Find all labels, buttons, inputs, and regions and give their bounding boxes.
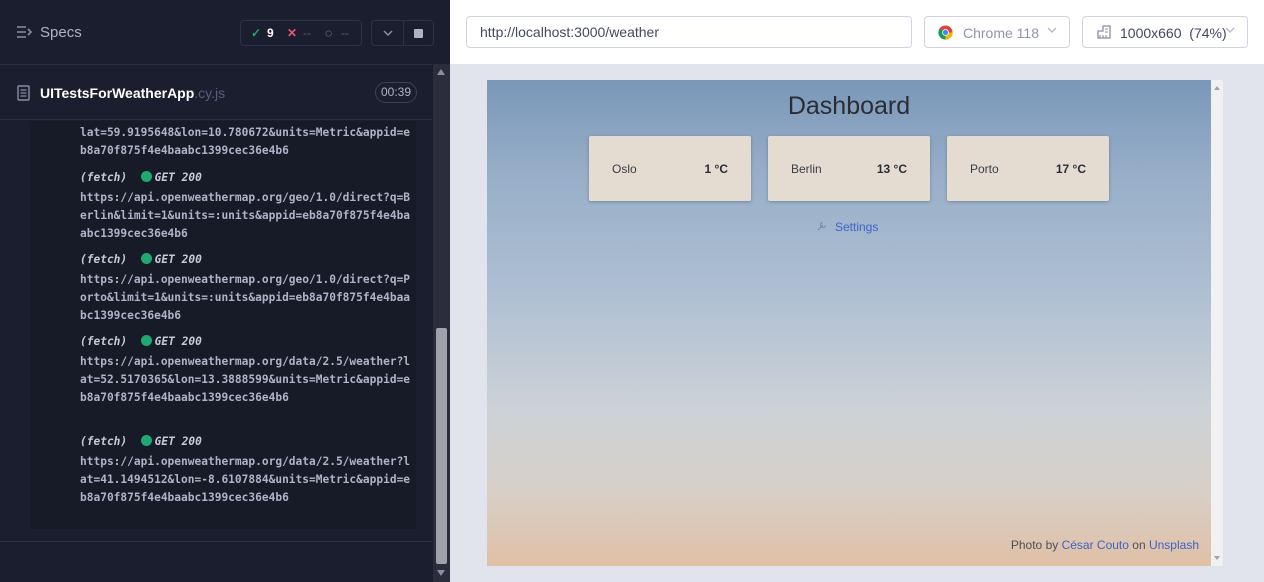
chevron-down-icon	[383, 30, 393, 37]
log-url[interactable]: https://api.openweathermap.org/geo/1.0/d…	[80, 271, 416, 325]
chevron-down-icon	[1047, 27, 1057, 33]
scroll-down-icon[interactable]	[437, 570, 445, 576]
settings-link[interactable]: Settings	[817, 220, 878, 234]
settings-label: Settings	[835, 220, 879, 234]
specs-label[interactable]: Specs	[40, 24, 82, 41]
log-entry-head[interactable]: (fetch) GET 200	[80, 251, 202, 269]
log-entry-head[interactable]: (fetch) GET 200	[80, 169, 202, 187]
log-url[interactable]: https://api.openweathermap.org/geo/1.0/d…	[80, 189, 416, 243]
pending-count: --	[341, 26, 349, 40]
status-dot-icon	[140, 335, 152, 346]
chrome-icon	[938, 25, 953, 40]
stop-button[interactable]	[403, 20, 434, 46]
runner-footer	[0, 541, 432, 582]
app-scrollbar[interactable]	[1211, 80, 1223, 566]
app-under-test: Dashboard Oslo 1 °C Berlin 13 °C Porto 1…	[487, 80, 1211, 566]
card-city: Porto	[970, 162, 999, 176]
settings-icon	[817, 221, 827, 231]
scroll-thumb[interactable]	[436, 328, 447, 564]
check-icon: ✓	[251, 26, 262, 40]
weather-card-oslo[interactable]: Oslo 1 °C	[589, 136, 751, 201]
failed-count: --	[303, 26, 311, 40]
log-entry-head[interactable]: (fetch) GET 200	[80, 333, 202, 351]
chevron-down-icon	[1225, 27, 1235, 33]
card-city: Oslo	[612, 162, 637, 176]
log-scrollbar[interactable]	[433, 64, 450, 582]
passed-count: 9	[267, 26, 274, 40]
weather-card-porto[interactable]: Porto 17 °C	[947, 136, 1109, 201]
runner-topbar: Specs ✓ 9 ✕ -- ◌ --	[0, 0, 450, 64]
viewport-label: 1000x660 (74%)	[1120, 25, 1227, 41]
card-city: Berlin	[791, 162, 822, 176]
browser-select[interactable]: Chrome 118	[924, 16, 1070, 48]
status-dot-icon	[140, 435, 152, 446]
file-icon	[17, 85, 30, 101]
log-url[interactable]: https://api.openweathermap.org/data/2.5/…	[80, 453, 416, 507]
aut-panel: Chrome 118 1000x660 (74%) Dashboard Oslo…	[450, 0, 1264, 582]
spec-name[interactable]: UITestsForWeatherApp.cy.js	[40, 85, 225, 101]
card-temp: 17 °C	[1055, 162, 1086, 176]
page-title: Dashboard	[787, 92, 911, 120]
aut-header: Chrome 118 1000x660 (74%)	[450, 0, 1264, 64]
status-dot-icon	[140, 171, 152, 182]
browser-label: Chrome 118	[963, 25, 1040, 41]
log-url[interactable]: https://api.openweathermap.org/data/2.5/…	[80, 353, 416, 407]
spec-file-name: UITestsForWeatherApp	[40, 85, 195, 101]
author-link[interactable]: César Couto	[1062, 538, 1129, 552]
photo-credit: Photo by César Couto on Unsplash	[1010, 538, 1199, 552]
log-text[interactable]: lat=59.9195648&lon=10.780672&units=Metri…	[80, 124, 416, 160]
duration-badge: 00:39	[375, 82, 417, 103]
card-temp: 1 °C	[704, 162, 728, 176]
ruler-icon	[1097, 25, 1111, 39]
scroll-up-icon[interactable]	[437, 69, 445, 75]
command-log: lat=59.9195648&lon=10.780672&units=Metri…	[30, 121, 416, 529]
card-temp: 13 °C	[876, 162, 907, 176]
test-stats: ✓ 9 ✕ -- ◌ --	[240, 20, 362, 46]
chevron-down-button[interactable]	[371, 20, 403, 46]
status-dot-icon	[140, 253, 152, 264]
spec-header: UITestsForWeatherApp.cy.js 00:39	[0, 64, 432, 120]
scroll-up-icon[interactable]	[1214, 86, 1220, 90]
specs-icon[interactable]	[16, 24, 32, 40]
viewport-select[interactable]: 1000x660 (74%)	[1082, 16, 1248, 48]
stop-icon	[414, 29, 423, 38]
scroll-down-icon[interactable]	[1214, 556, 1220, 560]
unsplash-link[interactable]: Unsplash	[1149, 538, 1199, 552]
cypress-runner-panel: Specs ✓ 9 ✕ -- ◌ -- UITestsForWeatherApp…	[0, 0, 450, 582]
spec-extension: .cy.js	[194, 85, 226, 101]
x-icon: ✕	[287, 26, 298, 40]
weather-card-berlin[interactable]: Berlin 13 °C	[768, 136, 930, 201]
url-input[interactable]	[466, 16, 912, 48]
log-entry-head[interactable]: (fetch) GET 200	[80, 433, 202, 451]
spinner-icon: ◌	[325, 26, 333, 40]
